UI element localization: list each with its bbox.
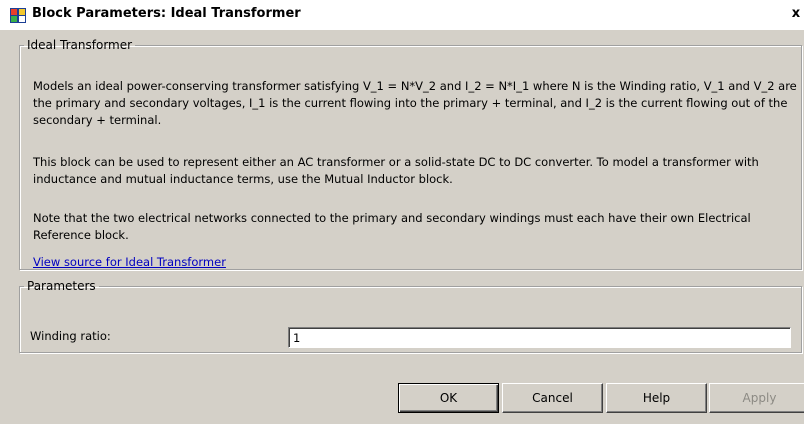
apply-button[interactable]: Apply (709, 383, 804, 413)
winding-ratio-label: Winding ratio: (30, 329, 111, 343)
simulink-block-icon (10, 8, 26, 23)
parameters-group-title: Parameters (27, 279, 96, 293)
description-group-title: Ideal Transformer (27, 38, 133, 52)
winding-ratio-input[interactable] (288, 327, 791, 348)
title-bar[interactable]: Block Parameters: Ideal Transformer x (0, 0, 804, 30)
view-source-link[interactable]: View source for Ideal Transformer (33, 255, 226, 269)
dialog-window: Block Parameters: Ideal Transformer x Id… (0, 0, 804, 424)
description-group: Ideal Transformer Models an ideal power-… (19, 38, 802, 270)
window-title: Block Parameters: Ideal Transformer (32, 6, 301, 21)
description-paragraph-2: This block can be used to represent eith… (33, 155, 759, 186)
description-paragraph-3: Note that the two electrical networks co… (33, 211, 751, 242)
cancel-button[interactable]: Cancel (502, 383, 603, 413)
help-button[interactable]: Help (606, 383, 707, 413)
description-paragraph-1: Models an ideal power-conserving transfo… (33, 79, 797, 127)
ok-button[interactable]: OK (398, 383, 499, 413)
parameters-group: Parameters Winding ratio: (19, 279, 802, 353)
close-icon[interactable]: x (788, 5, 804, 23)
